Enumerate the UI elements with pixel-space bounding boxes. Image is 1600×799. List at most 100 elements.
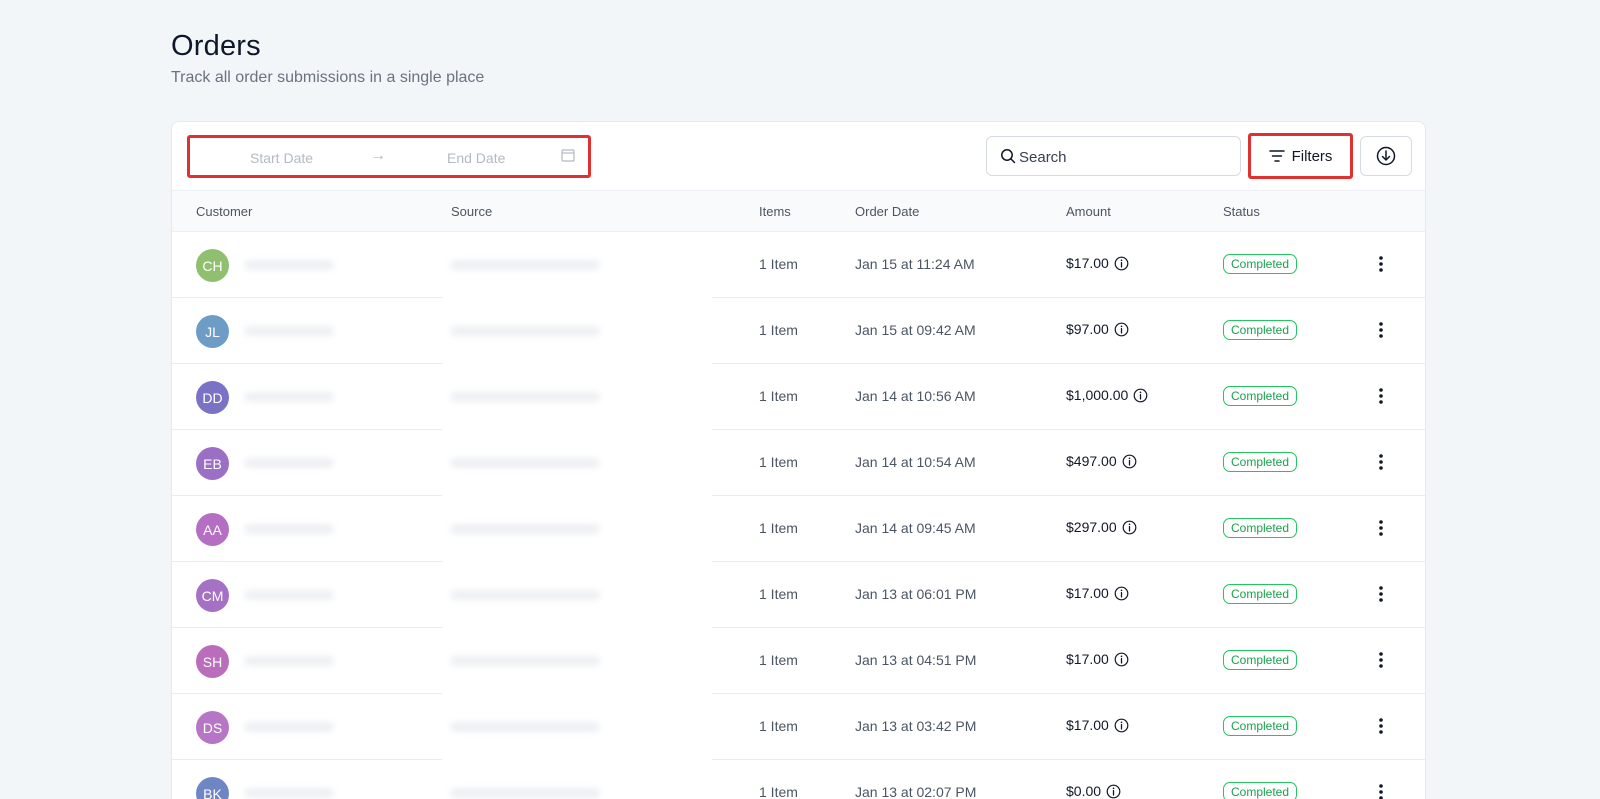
customer-name-redacted bbox=[234, 704, 374, 750]
items-cell: 1 Item bbox=[759, 256, 798, 272]
status-badge: Completed bbox=[1223, 584, 1298, 604]
items-cell: 1 Item bbox=[759, 586, 798, 602]
arrow-right-icon: → bbox=[370, 147, 386, 164]
column-header-status[interactable]: Status bbox=[1223, 204, 1260, 219]
table-row[interactable]: CM 1 Item Jan 13 at 06:01 PM $17.00 Comp… bbox=[172, 562, 1425, 628]
status-badge: Completed bbox=[1223, 320, 1298, 340]
info-icon[interactable] bbox=[1133, 388, 1148, 403]
source-redacted bbox=[442, 694, 712, 760]
avatar: CM bbox=[196, 579, 229, 612]
amount-value: $297.00 bbox=[1066, 519, 1117, 535]
info-icon[interactable] bbox=[1122, 520, 1137, 535]
source-redacted bbox=[442, 562, 712, 628]
source-redacted bbox=[442, 496, 712, 562]
more-vertical-icon[interactable] bbox=[1376, 320, 1386, 340]
date-range-picker[interactable]: Start Date → End Date bbox=[187, 135, 591, 178]
source-redacted bbox=[442, 628, 712, 694]
more-vertical-icon[interactable] bbox=[1376, 716, 1386, 736]
search-box[interactable] bbox=[986, 136, 1241, 176]
status-badge: Completed bbox=[1223, 782, 1298, 799]
info-icon[interactable] bbox=[1114, 322, 1129, 337]
column-header-amount[interactable]: Amount bbox=[1066, 204, 1111, 219]
more-vertical-icon[interactable] bbox=[1376, 452, 1386, 472]
customer-name-redacted bbox=[234, 374, 374, 420]
amount-value: $97.00 bbox=[1066, 321, 1109, 337]
status-badge: Completed bbox=[1223, 518, 1298, 538]
more-vertical-icon[interactable] bbox=[1376, 782, 1386, 799]
items-cell: 1 Item bbox=[759, 784, 798, 799]
more-vertical-icon[interactable] bbox=[1376, 650, 1386, 670]
customer-name-redacted bbox=[234, 506, 374, 552]
info-icon[interactable] bbox=[1122, 454, 1137, 469]
avatar-initials: DS bbox=[202, 719, 223, 736]
search-input[interactable] bbox=[1019, 146, 1229, 168]
source-redacted bbox=[442, 364, 712, 430]
amount-cell: $497.00 bbox=[1066, 453, 1137, 469]
source-redacted bbox=[442, 298, 712, 364]
order-date-cell: Jan 13 at 02:07 PM bbox=[855, 784, 977, 799]
download-button[interactable] bbox=[1360, 136, 1412, 176]
status-badge: Completed bbox=[1223, 386, 1298, 406]
avatar-initials: BK bbox=[203, 785, 222, 799]
items-cell: 1 Item bbox=[759, 388, 798, 404]
column-header-order-date[interactable]: Order Date bbox=[855, 204, 919, 219]
avatar: DS bbox=[196, 711, 229, 744]
column-header-source[interactable]: Source bbox=[451, 204, 492, 219]
items-cell: 1 Item bbox=[759, 322, 798, 338]
order-date-cell: Jan 13 at 03:42 PM bbox=[855, 718, 977, 734]
amount-cell: $17.00 bbox=[1066, 651, 1129, 667]
source-redacted bbox=[442, 430, 712, 496]
amount-value: $17.00 bbox=[1066, 585, 1109, 601]
end-date-field[interactable]: End Date bbox=[447, 150, 505, 166]
amount-value: $1,000.00 bbox=[1066, 387, 1129, 403]
avatar-initials: CM bbox=[201, 587, 224, 604]
order-date-cell: Jan 14 at 10:56 AM bbox=[855, 388, 976, 404]
table-row[interactable]: CH 1 Item Jan 15 at 11:24 AM $17.00 Comp… bbox=[172, 232, 1425, 298]
amount-cell: $0.00 bbox=[1066, 783, 1121, 799]
more-vertical-icon[interactable] bbox=[1376, 386, 1386, 406]
info-icon[interactable] bbox=[1114, 718, 1129, 733]
orders-card: Start Date → End Date Filters bbox=[171, 121, 1426, 799]
avatar-initials: DD bbox=[202, 389, 223, 406]
page-subtitle: Track all order submissions in a single … bbox=[171, 69, 485, 86]
customer-name-redacted bbox=[234, 242, 374, 288]
amount-value: $497.00 bbox=[1066, 453, 1117, 469]
avatar: BK bbox=[196, 777, 229, 799]
items-cell: 1 Item bbox=[759, 718, 798, 734]
customer-name-redacted bbox=[234, 638, 374, 684]
status-badge: Completed bbox=[1223, 452, 1298, 472]
calendar-icon[interactable] bbox=[561, 148, 575, 162]
info-icon[interactable] bbox=[1114, 256, 1129, 271]
table-row[interactable]: JL 1 Item Jan 15 at 09:42 AM $97.00 Comp… bbox=[172, 298, 1425, 364]
info-icon[interactable] bbox=[1114, 652, 1129, 667]
filter-icon bbox=[1268, 150, 1285, 162]
status-badge: Completed bbox=[1223, 716, 1298, 736]
column-header-customer[interactable]: Customer bbox=[196, 204, 252, 219]
table-row[interactable]: BK 1 Item Jan 13 at 02:07 PM $0.00 Compl… bbox=[172, 760, 1425, 799]
page-title: Orders bbox=[171, 30, 261, 62]
more-vertical-icon[interactable] bbox=[1376, 584, 1386, 604]
amount-cell: $17.00 bbox=[1066, 585, 1129, 601]
table-row[interactable]: AA 1 Item Jan 14 at 09:45 AM $297.00 Com… bbox=[172, 496, 1425, 562]
avatar: DD bbox=[196, 381, 229, 414]
start-date-field[interactable]: Start Date bbox=[250, 150, 313, 166]
table-header: Customer Source Items Order Date Amount … bbox=[172, 190, 1425, 232]
table-row[interactable]: DD 1 Item Jan 14 at 10:56 AM $1,000.00 C… bbox=[172, 364, 1425, 430]
info-icon[interactable] bbox=[1106, 784, 1121, 799]
more-vertical-icon[interactable] bbox=[1376, 254, 1386, 274]
table-row[interactable]: EB 1 Item Jan 14 at 10:54 AM $497.00 Com… bbox=[172, 430, 1425, 496]
items-cell: 1 Item bbox=[759, 652, 798, 668]
filters-label: Filters bbox=[1291, 147, 1333, 165]
filters-button[interactable]: Filters bbox=[1248, 133, 1353, 179]
amount-value: $0.00 bbox=[1066, 783, 1102, 799]
order-date-cell: Jan 14 at 09:45 AM bbox=[855, 520, 976, 536]
avatar: JL bbox=[196, 315, 229, 348]
more-vertical-icon[interactable] bbox=[1376, 518, 1386, 538]
order-date-cell: Jan 13 at 04:51 PM bbox=[855, 652, 977, 668]
column-header-items[interactable]: Items bbox=[759, 204, 791, 219]
customer-name-redacted bbox=[234, 308, 374, 354]
table-row[interactable]: SH 1 Item Jan 13 at 04:51 PM $17.00 Comp… bbox=[172, 628, 1425, 694]
info-icon[interactable] bbox=[1114, 586, 1129, 601]
amount-cell: $1,000.00 bbox=[1066, 387, 1148, 403]
table-row[interactable]: DS 1 Item Jan 13 at 03:42 PM $17.00 Comp… bbox=[172, 694, 1425, 760]
